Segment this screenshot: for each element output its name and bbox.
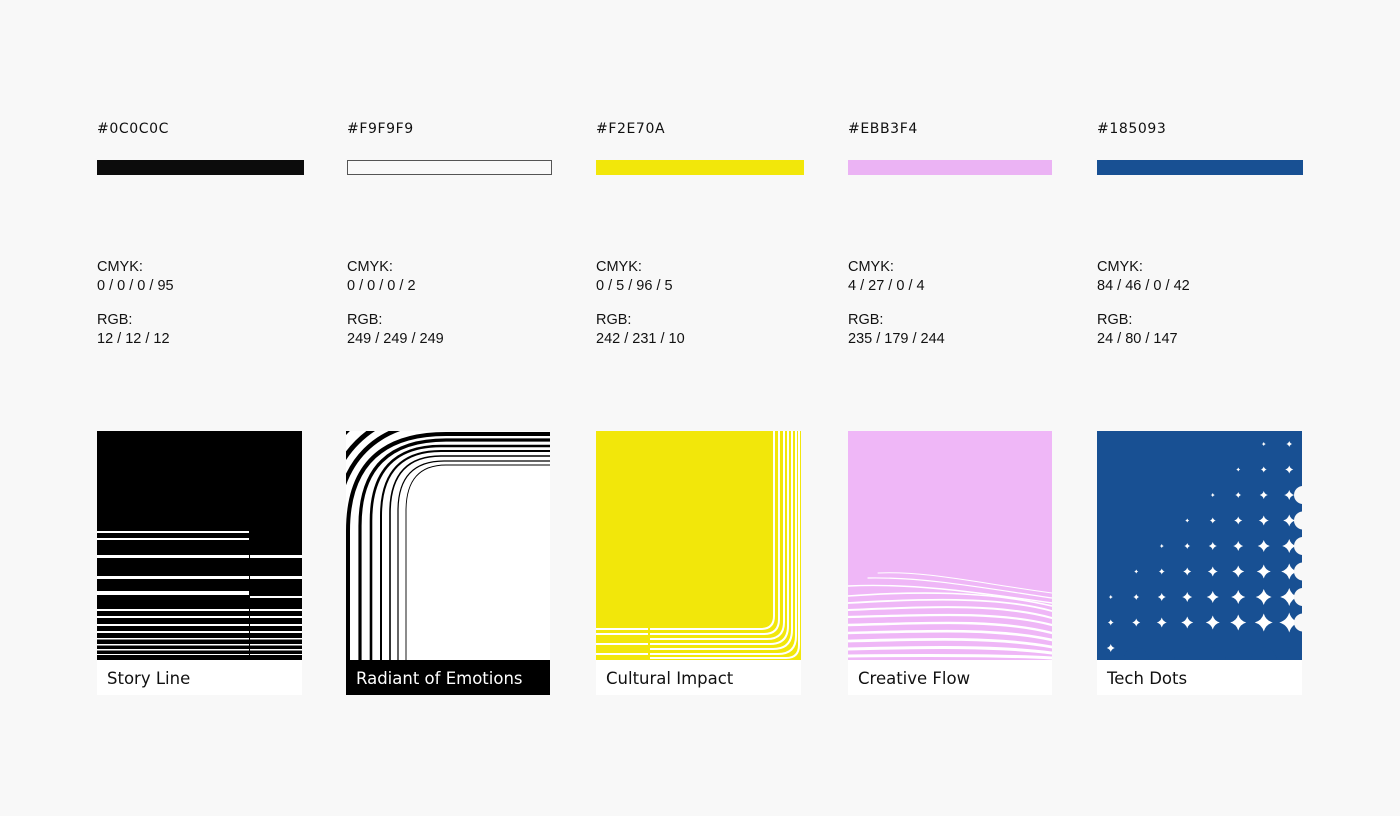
rgb-label: RGB:: [1097, 312, 1133, 328]
rgb-label: RGB:: [596, 312, 632, 328]
card-tech-dots: Tech Dots: [1097, 431, 1302, 695]
rgb-label: RGB:: [347, 312, 383, 328]
card-cultural-impact: Cultural Impact: [596, 431, 801, 695]
swatch-blue: #185093 CMYK: 84 / 46 / 0 / 42 RGB: 24 /…: [1097, 0, 1305, 816]
swatch-black: #0C0C0C CMYK: 0 / 0 / 0 / 95 RGB: 12 / 1…: [97, 0, 305, 816]
card-title: Creative Flow: [848, 660, 1052, 695]
cmyk-value: 0 / 0 / 0 / 95: [97, 278, 174, 294]
color-bar: [347, 160, 552, 175]
swatch-yellow: #F2E70A CMYK: 0 / 5 / 96 / 5 RGB: 242 / …: [596, 0, 804, 816]
hex-code: #F9F9F9: [347, 121, 414, 137]
color-bar: [1097, 160, 1303, 175]
card-story-line: Story Line: [97, 431, 302, 695]
cmyk-label: CMYK:: [848, 259, 894, 275]
card-title: Cultural Impact: [596, 660, 801, 695]
creative-flow-artwork: [848, 431, 1052, 660]
tech-dots-artwork: [1097, 431, 1302, 660]
color-bar: [596, 160, 804, 175]
card-radiant-of-emotions: Radiant of Emotions: [346, 431, 550, 695]
card-creative-flow: Creative Flow: [848, 431, 1052, 695]
hex-code: #0C0C0C: [97, 121, 169, 137]
cmyk-value: 0 / 5 / 96 / 5: [596, 278, 673, 294]
rgb-value: 249 / 249 / 249: [347, 331, 444, 347]
rgb-value: 235 / 179 / 244: [848, 331, 945, 347]
color-bar: [97, 160, 304, 175]
cmyk-value: 0 / 0 / 0 / 2: [347, 278, 416, 294]
hex-code: #EBB3F4: [848, 121, 918, 137]
cmyk-label: CMYK:: [347, 259, 393, 275]
cmyk-value: 84 / 46 / 0 / 42: [1097, 278, 1190, 294]
swatch-white: #F9F9F9 CMYK: 0 / 0 / 0 / 2 RGB: 249 / 2…: [346, 0, 555, 816]
cmyk-label: CMYK:: [1097, 259, 1143, 275]
cmyk-label: CMYK:: [596, 259, 642, 275]
swatch-pink: #EBB3F4 CMYK: 4 / 27 / 0 / 4 RGB: 235 / …: [848, 0, 1056, 816]
cmyk-value: 4 / 27 / 0 / 4: [848, 278, 925, 294]
rgb-value: 24 / 80 / 147: [1097, 331, 1178, 347]
rgb-value: 12 / 12 / 12: [97, 331, 170, 347]
cmyk-label: CMYK:: [97, 259, 143, 275]
story-line-artwork: [97, 431, 302, 660]
cultural-impact-artwork: [596, 431, 801, 660]
card-title: Tech Dots: [1097, 660, 1302, 695]
hex-code: #185093: [1097, 121, 1167, 137]
card-title: Story Line: [97, 660, 302, 695]
rgb-label: RGB:: [848, 312, 884, 328]
hex-code: #F2E70A: [596, 121, 666, 137]
card-title: Radiant of Emotions: [346, 660, 550, 695]
rgb-value: 242 / 231 / 10: [596, 331, 685, 347]
rgb-label: RGB:: [97, 312, 133, 328]
radiant-artwork: [346, 431, 550, 660]
color-bar: [848, 160, 1052, 175]
